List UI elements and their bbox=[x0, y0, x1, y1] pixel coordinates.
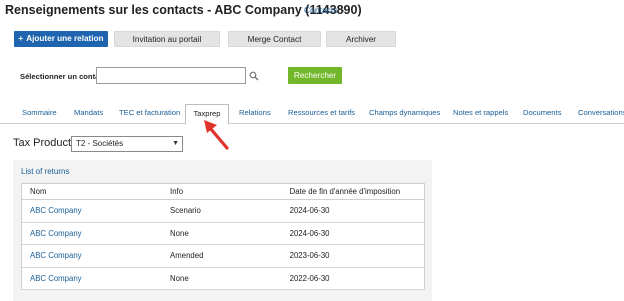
return-name-link[interactable]: ABC Company bbox=[21, 244, 163, 268]
chevron-right-icon: › bbox=[341, 5, 345, 15]
plus-icon: + bbox=[18, 34, 24, 43]
add-relation-button[interactable]: + Ajouter une relation bbox=[14, 31, 108, 47]
return-name-link[interactable]: ABC Company bbox=[21, 199, 163, 223]
return-info: Amended bbox=[162, 244, 282, 268]
tab-bar: Sommaire Mandats TEC et facturation Taxp… bbox=[0, 104, 624, 125]
search-button[interactable]: Rechercher bbox=[288, 67, 342, 84]
breadcrumb-contacts[interactable]: Contacts bbox=[304, 5, 338, 15]
contact-search-label: Sélectionner un contact bbox=[20, 72, 107, 81]
tax-product-label: Tax Product bbox=[13, 137, 72, 149]
return-date: 2024-06-30 bbox=[281, 222, 425, 245]
returns-title[interactable]: List of returns bbox=[21, 167, 69, 176]
tax-product-value: T2 - Sociétés bbox=[76, 139, 124, 148]
tab-sommaire[interactable]: Sommaire bbox=[22, 108, 57, 117]
return-date: 2024-06-30 bbox=[281, 199, 425, 223]
portal-invitation-button[interactable]: Invitation au portail bbox=[114, 31, 220, 47]
archive-button[interactable]: Archiver bbox=[326, 31, 396, 47]
contact-search-input[interactable] bbox=[96, 67, 246, 84]
return-name-link[interactable]: ABC Company bbox=[21, 267, 163, 290]
annotation-arrow-icon bbox=[204, 120, 229, 150]
tab-relations[interactable]: Relations bbox=[239, 108, 271, 117]
chevron-down-icon: ▼ bbox=[172, 140, 179, 147]
tax-product-select[interactable]: T2 - Sociétés ▼ bbox=[71, 136, 183, 152]
column-header-date: Date de fin d'année d'imposition bbox=[281, 183, 425, 200]
return-info: Scenario bbox=[162, 199, 282, 223]
tab-tec-facturation[interactable]: TEC et facturation bbox=[119, 108, 180, 117]
returns-table: Nom Info Date de fin d'année d'impositio… bbox=[21, 183, 425, 290]
table-row: ABC Company Amended 2023-06-30 bbox=[21, 244, 425, 268]
add-relation-label: Ajouter une relation bbox=[26, 34, 104, 43]
return-info: None bbox=[162, 267, 282, 290]
tab-documents[interactable]: Documents bbox=[523, 108, 561, 117]
table-row: ABC Company None 2022-06-30 bbox=[21, 267, 425, 290]
return-date: 2023-06-30 bbox=[281, 244, 425, 268]
tab-mandats[interactable]: Mandats bbox=[74, 108, 103, 117]
return-date: 2022-06-30 bbox=[281, 267, 425, 290]
column-header-nom: Nom bbox=[21, 183, 163, 200]
return-info: None bbox=[162, 222, 282, 245]
tab-champs-dynamiques[interactable]: Champs dynamiques bbox=[369, 108, 440, 117]
breadcrumb[interactable]: Contacts › bbox=[304, 5, 344, 15]
table-row: ABC Company Scenario 2024-06-30 bbox=[21, 199, 425, 223]
tab-notes-rappels[interactable]: Notes et rappels bbox=[453, 108, 508, 117]
table-header-row: Nom Info Date de fin d'année d'impositio… bbox=[21, 183, 425, 200]
table-row: ABC Company None 2024-06-30 bbox=[21, 222, 425, 245]
return-name-link[interactable]: ABC Company bbox=[21, 222, 163, 245]
returns-panel: List of returns Nom Info Date de fin d'a… bbox=[13, 160, 432, 301]
column-header-info: Info bbox=[162, 183, 282, 200]
magnifier-icon[interactable] bbox=[249, 71, 259, 81]
merge-contact-button[interactable]: Merge Contact bbox=[228, 31, 321, 47]
tab-ressources-tarifs[interactable]: Ressources et tarifs bbox=[288, 108, 355, 117]
tab-conversations[interactable]: Conversations bbox=[578, 108, 624, 117]
